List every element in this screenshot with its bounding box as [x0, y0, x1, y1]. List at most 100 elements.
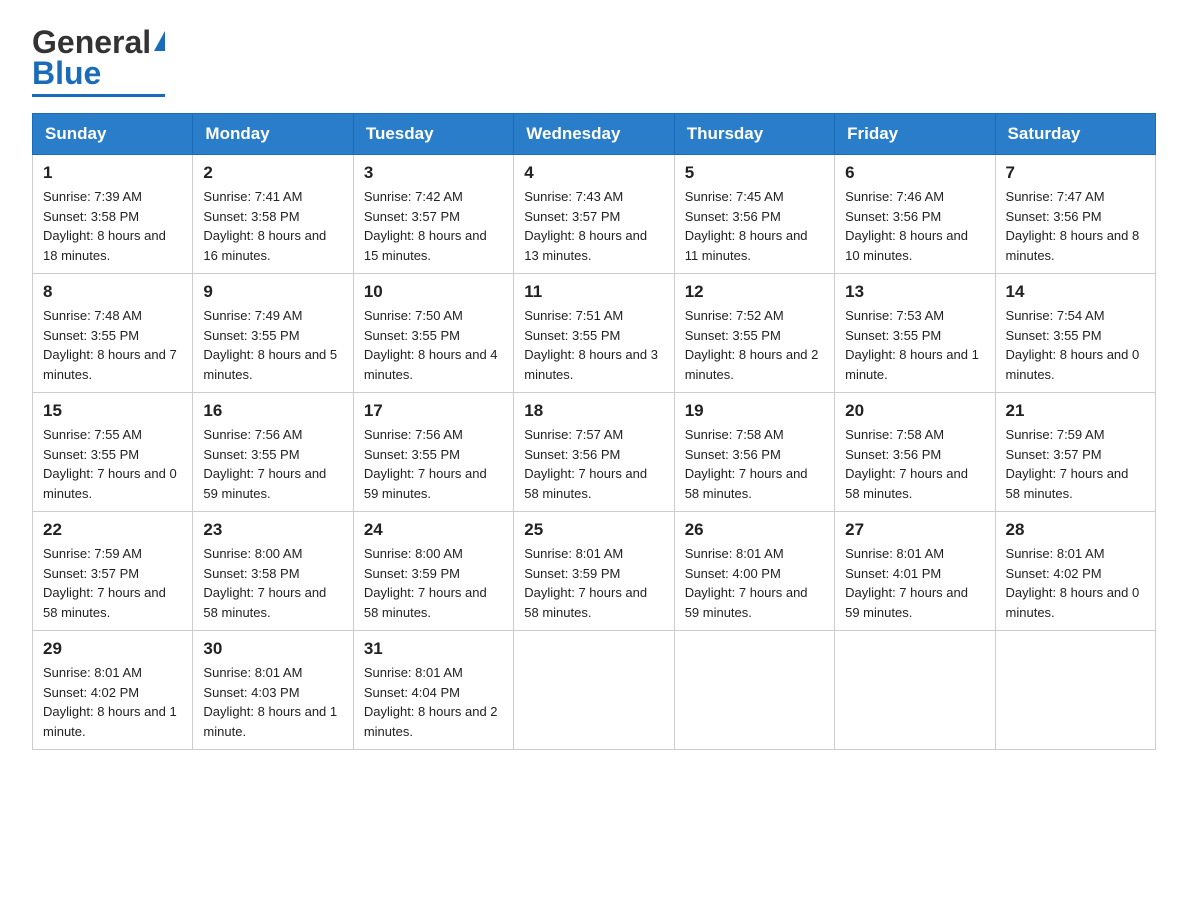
day-info: Sunrise: 7:47 AMSunset: 3:56 PMDaylight:… — [1006, 189, 1140, 263]
day-info: Sunrise: 8:01 AMSunset: 3:59 PMDaylight:… — [524, 546, 647, 620]
day-number: 6 — [845, 163, 984, 183]
column-header-wednesday: Wednesday — [514, 114, 674, 155]
calendar-cell: 8 Sunrise: 7:48 AMSunset: 3:55 PMDayligh… — [33, 274, 193, 393]
day-number: 3 — [364, 163, 503, 183]
day-info: Sunrise: 7:42 AMSunset: 3:57 PMDaylight:… — [364, 189, 487, 263]
calendar-cell: 23 Sunrise: 8:00 AMSunset: 3:58 PMDaylig… — [193, 512, 353, 631]
calendar-cell: 5 Sunrise: 7:45 AMSunset: 3:56 PMDayligh… — [674, 155, 834, 274]
calendar-cell: 1 Sunrise: 7:39 AMSunset: 3:58 PMDayligh… — [33, 155, 193, 274]
calendar-cell: 13 Sunrise: 7:53 AMSunset: 3:55 PMDaylig… — [835, 274, 995, 393]
day-info: Sunrise: 7:52 AMSunset: 3:55 PMDaylight:… — [685, 308, 819, 382]
day-info: Sunrise: 8:01 AMSunset: 4:04 PMDaylight:… — [364, 665, 498, 739]
calendar-cell — [835, 631, 995, 750]
calendar-cell: 12 Sunrise: 7:52 AMSunset: 3:55 PMDaylig… — [674, 274, 834, 393]
day-number: 7 — [1006, 163, 1145, 183]
logo-blue: Blue — [32, 55, 101, 92]
calendar-cell: 14 Sunrise: 7:54 AMSunset: 3:55 PMDaylig… — [995, 274, 1155, 393]
day-number: 4 — [524, 163, 663, 183]
column-header-tuesday: Tuesday — [353, 114, 513, 155]
day-info: Sunrise: 7:53 AMSunset: 3:55 PMDaylight:… — [845, 308, 979, 382]
day-number: 30 — [203, 639, 342, 659]
day-info: Sunrise: 7:57 AMSunset: 3:56 PMDaylight:… — [524, 427, 647, 501]
calendar-cell — [674, 631, 834, 750]
day-info: Sunrise: 7:49 AMSunset: 3:55 PMDaylight:… — [203, 308, 337, 382]
day-info: Sunrise: 8:01 AMSunset: 4:02 PMDaylight:… — [43, 665, 177, 739]
day-number: 26 — [685, 520, 824, 540]
day-number: 27 — [845, 520, 984, 540]
day-info: Sunrise: 8:00 AMSunset: 3:59 PMDaylight:… — [364, 546, 487, 620]
calendar-cell: 29 Sunrise: 8:01 AMSunset: 4:02 PMDaylig… — [33, 631, 193, 750]
calendar-cell: 27 Sunrise: 8:01 AMSunset: 4:01 PMDaylig… — [835, 512, 995, 631]
day-info: Sunrise: 7:56 AMSunset: 3:55 PMDaylight:… — [364, 427, 487, 501]
calendar-cell — [514, 631, 674, 750]
day-info: Sunrise: 7:46 AMSunset: 3:56 PMDaylight:… — [845, 189, 968, 263]
day-info: Sunrise: 7:45 AMSunset: 3:56 PMDaylight:… — [685, 189, 808, 263]
calendar-week-1: 1 Sunrise: 7:39 AMSunset: 3:58 PMDayligh… — [33, 155, 1156, 274]
logo-underline — [32, 94, 165, 97]
calendar-cell: 7 Sunrise: 7:47 AMSunset: 3:56 PMDayligh… — [995, 155, 1155, 274]
day-info: Sunrise: 8:01 AMSunset: 4:03 PMDaylight:… — [203, 665, 337, 739]
day-number: 16 — [203, 401, 342, 421]
day-info: Sunrise: 7:58 AMSunset: 3:56 PMDaylight:… — [685, 427, 808, 501]
calendar-cell: 3 Sunrise: 7:42 AMSunset: 3:57 PMDayligh… — [353, 155, 513, 274]
calendar-cell: 6 Sunrise: 7:46 AMSunset: 3:56 PMDayligh… — [835, 155, 995, 274]
calendar-cell: 26 Sunrise: 8:01 AMSunset: 4:00 PMDaylig… — [674, 512, 834, 631]
day-number: 10 — [364, 282, 503, 302]
day-info: Sunrise: 7:59 AMSunset: 3:57 PMDaylight:… — [1006, 427, 1129, 501]
day-number: 5 — [685, 163, 824, 183]
day-info: Sunrise: 7:55 AMSunset: 3:55 PMDaylight:… — [43, 427, 177, 501]
day-number: 19 — [685, 401, 824, 421]
logo: General Blue — [32, 24, 165, 97]
day-number: 12 — [685, 282, 824, 302]
day-info: Sunrise: 7:56 AMSunset: 3:55 PMDaylight:… — [203, 427, 326, 501]
calendar-cell: 31 Sunrise: 8:01 AMSunset: 4:04 PMDaylig… — [353, 631, 513, 750]
calendar-cell: 21 Sunrise: 7:59 AMSunset: 3:57 PMDaylig… — [995, 393, 1155, 512]
calendar-cell: 25 Sunrise: 8:01 AMSunset: 3:59 PMDaylig… — [514, 512, 674, 631]
day-info: Sunrise: 7:51 AMSunset: 3:55 PMDaylight:… — [524, 308, 658, 382]
day-info: Sunrise: 7:39 AMSunset: 3:58 PMDaylight:… — [43, 189, 166, 263]
calendar-cell: 16 Sunrise: 7:56 AMSunset: 3:55 PMDaylig… — [193, 393, 353, 512]
calendar-cell: 2 Sunrise: 7:41 AMSunset: 3:58 PMDayligh… — [193, 155, 353, 274]
calendar-cell: 17 Sunrise: 7:56 AMSunset: 3:55 PMDaylig… — [353, 393, 513, 512]
calendar-cell: 24 Sunrise: 8:00 AMSunset: 3:59 PMDaylig… — [353, 512, 513, 631]
day-info: Sunrise: 7:59 AMSunset: 3:57 PMDaylight:… — [43, 546, 166, 620]
column-header-saturday: Saturday — [995, 114, 1155, 155]
day-number: 25 — [524, 520, 663, 540]
day-number: 21 — [1006, 401, 1145, 421]
calendar-cell: 10 Sunrise: 7:50 AMSunset: 3:55 PMDaylig… — [353, 274, 513, 393]
calendar-cell: 9 Sunrise: 7:49 AMSunset: 3:55 PMDayligh… — [193, 274, 353, 393]
calendar-week-5: 29 Sunrise: 8:01 AMSunset: 4:02 PMDaylig… — [33, 631, 1156, 750]
page-header: General Blue — [32, 24, 1156, 97]
day-info: Sunrise: 8:00 AMSunset: 3:58 PMDaylight:… — [203, 546, 326, 620]
day-info: Sunrise: 7:50 AMSunset: 3:55 PMDaylight:… — [364, 308, 498, 382]
day-info: Sunrise: 8:01 AMSunset: 4:01 PMDaylight:… — [845, 546, 968, 620]
day-number: 2 — [203, 163, 342, 183]
day-number: 17 — [364, 401, 503, 421]
day-number: 22 — [43, 520, 182, 540]
calendar-cell: 15 Sunrise: 7:55 AMSunset: 3:55 PMDaylig… — [33, 393, 193, 512]
calendar-cell: 30 Sunrise: 8:01 AMSunset: 4:03 PMDaylig… — [193, 631, 353, 750]
day-number: 28 — [1006, 520, 1145, 540]
day-number: 14 — [1006, 282, 1145, 302]
calendar-cell: 18 Sunrise: 7:57 AMSunset: 3:56 PMDaylig… — [514, 393, 674, 512]
calendar-week-2: 8 Sunrise: 7:48 AMSunset: 3:55 PMDayligh… — [33, 274, 1156, 393]
day-number: 1 — [43, 163, 182, 183]
day-info: Sunrise: 7:41 AMSunset: 3:58 PMDaylight:… — [203, 189, 326, 263]
calendar-cell — [995, 631, 1155, 750]
calendar-cell: 4 Sunrise: 7:43 AMSunset: 3:57 PMDayligh… — [514, 155, 674, 274]
day-number: 23 — [203, 520, 342, 540]
calendar-cell: 19 Sunrise: 7:58 AMSunset: 3:56 PMDaylig… — [674, 393, 834, 512]
column-header-monday: Monday — [193, 114, 353, 155]
calendar-cell: 20 Sunrise: 7:58 AMSunset: 3:56 PMDaylig… — [835, 393, 995, 512]
calendar-cell: 11 Sunrise: 7:51 AMSunset: 3:55 PMDaylig… — [514, 274, 674, 393]
day-info: Sunrise: 7:48 AMSunset: 3:55 PMDaylight:… — [43, 308, 177, 382]
calendar-cell: 22 Sunrise: 7:59 AMSunset: 3:57 PMDaylig… — [33, 512, 193, 631]
day-number: 29 — [43, 639, 182, 659]
day-info: Sunrise: 8:01 AMSunset: 4:00 PMDaylight:… — [685, 546, 808, 620]
day-number: 8 — [43, 282, 182, 302]
day-number: 20 — [845, 401, 984, 421]
header-row: SundayMondayTuesdayWednesdayThursdayFrid… — [33, 114, 1156, 155]
column-header-friday: Friday — [835, 114, 995, 155]
day-number: 11 — [524, 282, 663, 302]
column-header-thursday: Thursday — [674, 114, 834, 155]
